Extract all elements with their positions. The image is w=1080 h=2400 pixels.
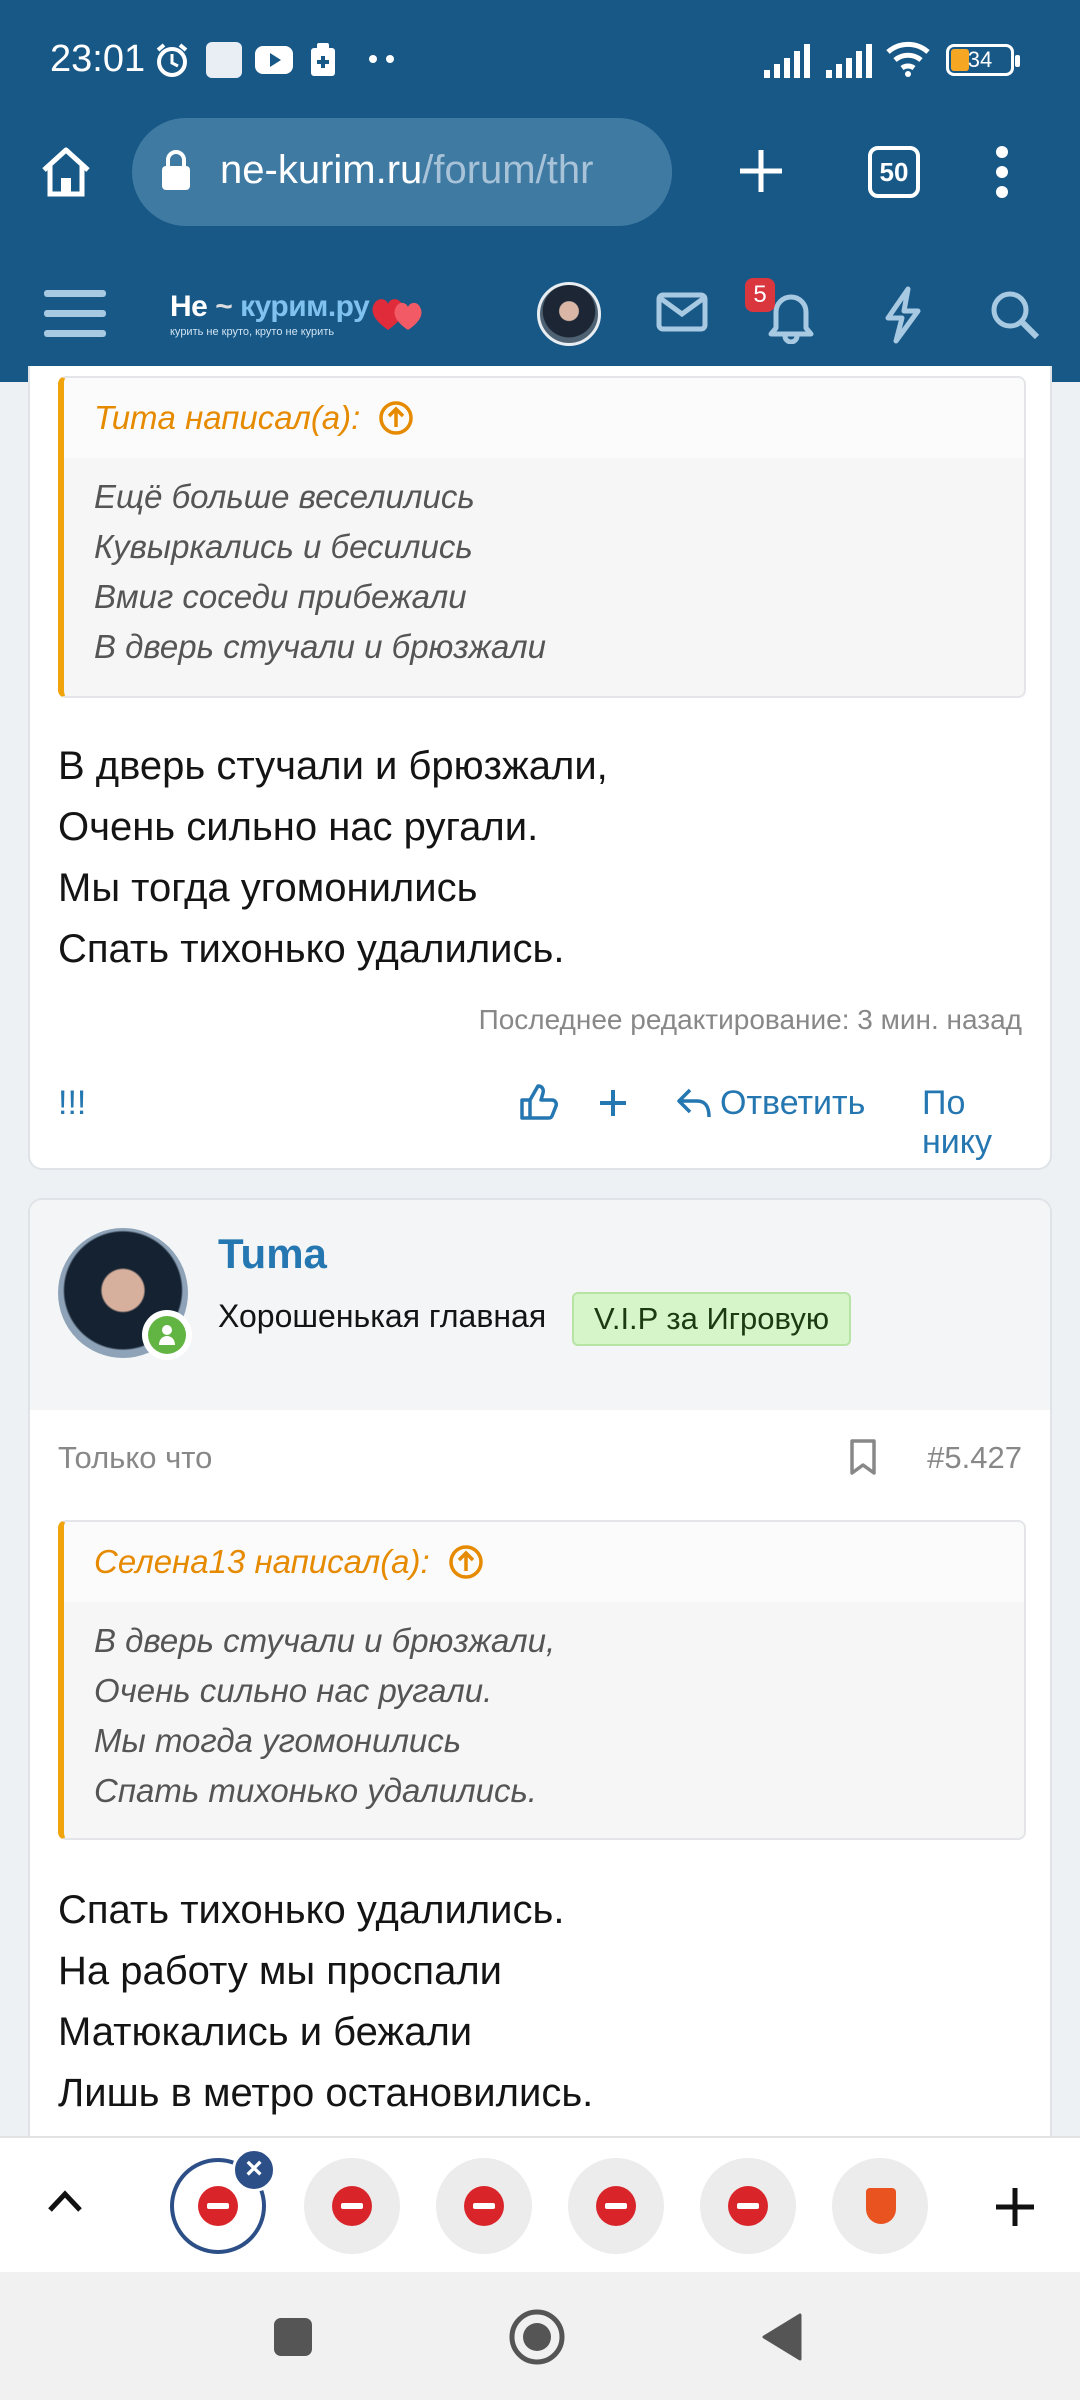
system-navigation-bar [0, 2272, 1080, 2400]
post-number[interactable]: #5.427 [927, 1440, 1022, 1476]
site-header: Не ~ курим.ру курить не круто, круто не … [0, 248, 1080, 382]
by-nick-button[interactable]: По нику [922, 1084, 1026, 1162]
tab-thumb[interactable] [436, 2158, 532, 2254]
back-icon[interactable] [760, 2312, 804, 2362]
user-online-icon [159, 1325, 175, 1345]
quote-line: Вмиг соседи прибежали [94, 578, 467, 615]
signal-icon-2 [826, 44, 872, 78]
add-reaction-icon[interactable] [598, 1088, 628, 1118]
add-tab-icon[interactable] [994, 2186, 1036, 2228]
quote-header[interactable]: Tuma написал(а): [64, 378, 1024, 458]
home-icon[interactable] [36, 142, 96, 202]
tab-thumb[interactable] [700, 2158, 796, 2254]
body-line: В дверь стучали и брюзжали, [58, 744, 608, 788]
hearts-icon [372, 299, 422, 330]
post-card: Tuma написал(а): Ещё больше веселились К… [28, 366, 1052, 1170]
lightning-icon[interactable] [882, 286, 922, 344]
no-smoking-icon [198, 2186, 238, 2226]
quote-line: В дверь стучали и брюзжали [94, 628, 546, 665]
tabs-counter-button[interactable]: 50 [868, 146, 920, 198]
logo-title-a: Не [170, 290, 208, 323]
last-edited-note: Последнее редактирование: 3 мин. назад [478, 1004, 1022, 1035]
lock-icon [162, 150, 190, 190]
tab-switcher-bar: × [0, 2136, 1080, 2272]
body-line: Спать тихонько удалились. [58, 1888, 565, 1932]
body-line: На работу мы проспали [58, 1949, 503, 1993]
no-smoking-icon [464, 2186, 504, 2226]
quote-line: В дверь стучали и брюзжали, [94, 1622, 556, 1659]
site-favicon-icon [866, 2188, 896, 2224]
status-bar: 23:01 34 [0, 0, 1080, 118]
report-link[interactable]: !!! [58, 1084, 86, 1123]
youtube-icon [255, 46, 293, 74]
url-text: ne-kurim.ru/forum/thr [220, 148, 593, 193]
site-logo[interactable]: Не ~ курим.ру курить не круто, круто не … [170, 290, 430, 346]
like-icon[interactable] [518, 1082, 558, 1122]
quote-block: Tuma написал(а): Ещё больше веселились К… [58, 376, 1026, 698]
body-line: Спать тихонько удалились. [58, 927, 565, 971]
jump-to-quote-icon[interactable] [448, 1544, 484, 1580]
no-smoking-icon [728, 2186, 768, 2226]
quote-line: Ещё больше веселились [94, 478, 475, 515]
user-avatar[interactable] [537, 282, 601, 346]
app-notification-icon [206, 42, 242, 78]
mail-icon[interactable] [656, 292, 708, 332]
search-icon[interactable] [988, 288, 1042, 342]
bookmark-icon[interactable] [848, 1438, 878, 1476]
author-badge: V.I.P за Игровую [572, 1292, 852, 1346]
more-notifications-icon [369, 55, 394, 63]
wifi-icon [886, 41, 930, 77]
alarm-icon [156, 43, 188, 77]
url-host: ne-kurim.ru [220, 148, 423, 192]
body-line: Очень сильно нас ругали. [58, 805, 539, 849]
body-line: Мы тогда угомонились [58, 866, 478, 910]
battery-level: 34 [967, 47, 993, 72]
quote-line: Очень сильно нас ругали. [94, 1672, 493, 1709]
post-time[interactable]: Только что [58, 1440, 212, 1476]
post-body: Спать тихонько удалились. На работу мы п… [58, 1880, 593, 2124]
body-line: Лишь в метро остановились. [58, 2071, 594, 2115]
tab-thumb[interactable] [304, 2158, 400, 2254]
quote-block: Селена13 написал(а): В дверь стучали и б… [58, 1520, 1026, 1840]
post-card: Tuma Хорошенькая главная V.I.P за Игрову… [28, 1198, 1052, 2158]
clipboard-icon [311, 43, 335, 76]
reply-button[interactable]: Ответить [720, 1084, 865, 1123]
online-status-badge [142, 1310, 192, 1360]
reply-icon[interactable] [676, 1086, 712, 1120]
address-bar[interactable]: ne-kurim.ru/forum/thr [132, 118, 672, 226]
hamburger-menu-icon[interactable] [44, 288, 106, 340]
url-path: /forum/thr [422, 148, 594, 192]
quote-header[interactable]: Селена13 написал(а): [64, 1522, 1024, 1602]
browser-toolbar: ne-kurim.ru/forum/thr 50 [0, 118, 1080, 248]
signal-icon-1 [764, 44, 810, 78]
menu-dots-icon[interactable] [990, 142, 1014, 202]
author-name[interactable]: Tuma [218, 1230, 327, 1278]
quote-author: Tuma написал(а): [94, 399, 361, 436]
tab-thumb[interactable] [568, 2158, 664, 2254]
recents-icon[interactable] [272, 2316, 314, 2358]
post-author-header: Tuma Хорошенькая главная V.I.P за Игрову… [30, 1200, 1050, 1410]
post-actions: !!! Ответить По нику [58, 1082, 1026, 1161]
logo-title-b: курим.ру [240, 290, 370, 323]
no-smoking-icon [332, 2186, 372, 2226]
quote-line: Мы тогда угомонились [94, 1722, 462, 1759]
new-tab-icon[interactable] [736, 146, 786, 196]
chevron-up-icon[interactable] [46, 2188, 84, 2214]
quote-line: Спать тихонько удалились. [94, 1772, 537, 1809]
notification-badge: 5 [745, 278, 775, 312]
status-time: 23:01 [50, 38, 146, 80]
no-smoking-icon [596, 2186, 636, 2226]
body-line: Матюкались и бежали [58, 2010, 473, 2054]
author-title: Хорошенькая главная [218, 1298, 547, 1334]
tab-thumb[interactable] [832, 2158, 928, 2254]
close-tab-icon[interactable]: × [232, 2148, 276, 2192]
battery-indicator: 34 [946, 44, 1020, 76]
jump-to-quote-icon[interactable] [378, 400, 414, 436]
quote-author: Селена13 написал(а): [94, 1543, 430, 1580]
post-body: В дверь стучали и брюзжали, Очень сильно… [58, 736, 608, 980]
home-button-icon[interactable] [508, 2308, 566, 2366]
quote-line: Кувыркались и бесились [94, 528, 473, 565]
